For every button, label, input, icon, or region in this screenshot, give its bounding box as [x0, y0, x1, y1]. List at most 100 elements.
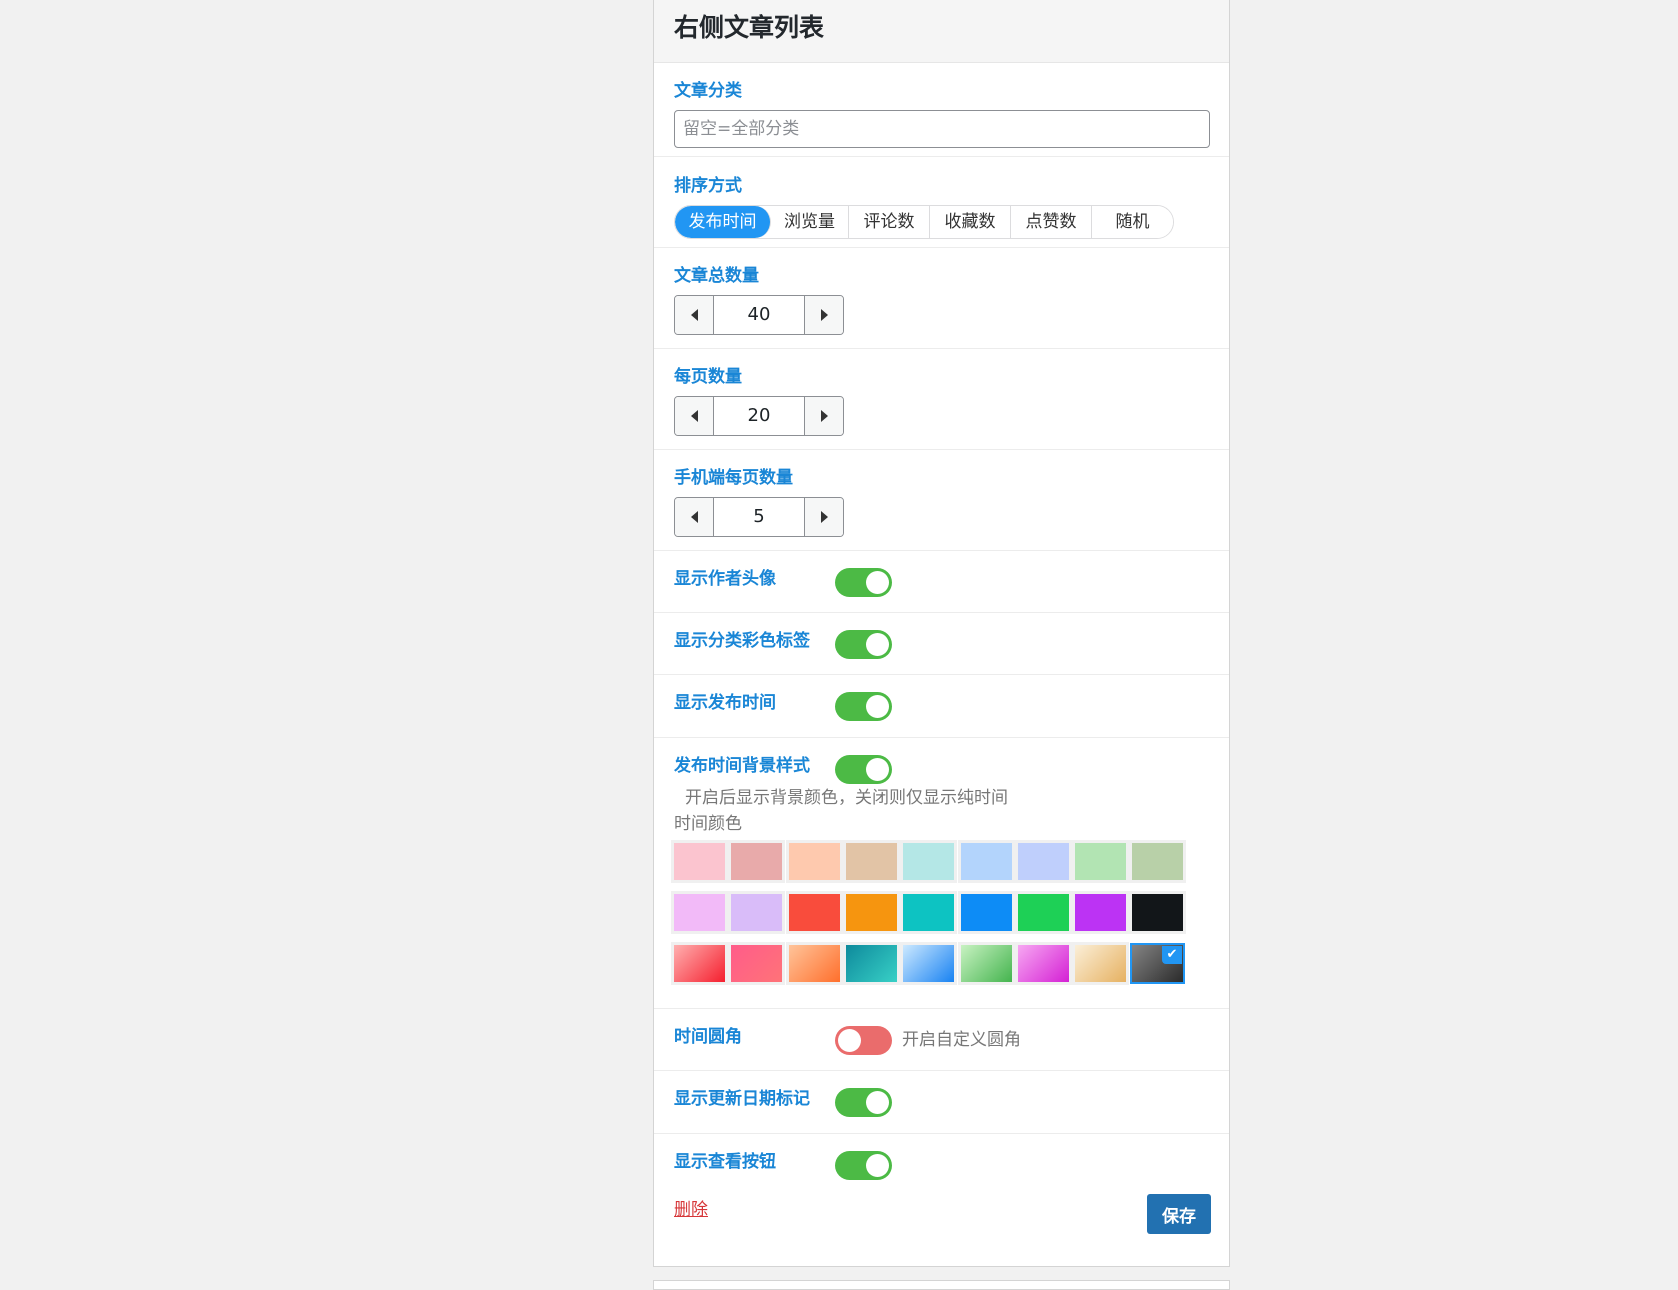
- color-swatch[interactable]: [961, 843, 1012, 880]
- per-page-stepper: 20: [674, 396, 844, 436]
- color-swatch[interactable]: [903, 945, 954, 982]
- caret-left-icon: [690, 511, 698, 523]
- delete-link[interactable]: 删除: [674, 1195, 708, 1220]
- sort-option-favorites[interactable]: 收藏数: [930, 206, 1011, 238]
- show-avatar-toggle[interactable]: [835, 568, 892, 597]
- increment-button[interactable]: [804, 498, 843, 536]
- mobile-per-page-label: 手机端每页数量: [674, 468, 793, 488]
- sort-row: 排序方式 发布时间 浏览量 评论数 收藏数 点赞数 随机: [654, 157, 1229, 248]
- toggle-knob: [866, 633, 889, 656]
- category-row: 文章分类: [654, 63, 1229, 157]
- time-radius-toggle[interactable]: [835, 1026, 892, 1055]
- show-time-row: 显示发布时间: [654, 675, 1229, 738]
- show-time-label: 显示发布时间: [674, 693, 776, 713]
- show-time-toggle[interactable]: [835, 692, 892, 721]
- mobile-per-page-value[interactable]: 5: [714, 498, 804, 536]
- check-icon: ✔: [1162, 946, 1182, 964]
- save-button[interactable]: 保存: [1147, 1194, 1211, 1234]
- color-swatch[interactable]: [1132, 843, 1183, 880]
- category-input[interactable]: [674, 110, 1210, 148]
- time-bg-style-toggle[interactable]: [835, 755, 892, 784]
- mobile-per-page-row: 手机端每页数量 5: [654, 450, 1229, 551]
- time-radius-row: 时间圆角 开启自定义圆角: [654, 1009, 1229, 1071]
- color-swatch[interactable]: [1018, 945, 1069, 982]
- show-category-tag-row: 显示分类彩色标签: [654, 613, 1229, 675]
- show-avatar-row: 显示作者头像: [654, 551, 1229, 613]
- sort-option-comments[interactable]: 评论数: [849, 206, 930, 238]
- color-swatch[interactable]: [731, 843, 782, 880]
- widget-panel: 右侧文章列表 文章分类 排序方式 发布时间 浏览量 评论数 收藏数 点赞数 随机…: [653, 0, 1230, 1267]
- toggle-knob: [866, 758, 889, 781]
- time-color-label: 时间颜色: [674, 814, 742, 834]
- time-bg-style-description: 开启后显示背景颜色，关闭则仅显示纯时间: [685, 788, 1008, 808]
- decrement-button[interactable]: [675, 498, 714, 536]
- per-page-row: 每页数量 20: [654, 349, 1229, 450]
- color-swatch[interactable]: [846, 945, 897, 982]
- color-swatch[interactable]: [674, 894, 725, 931]
- show-update-mark-row: 显示更新日期标记: [654, 1071, 1229, 1134]
- increment-button[interactable]: [804, 296, 843, 334]
- caret-right-icon: [820, 511, 828, 523]
- time-color-palette: ✔: [674, 843, 1194, 993]
- show-category-tag-toggle[interactable]: [835, 630, 892, 659]
- color-swatch[interactable]: ✔: [1132, 945, 1183, 982]
- time-bg-style-row: 发布时间背景样式 开启后显示背景颜色，关闭则仅显示纯时间 时间颜色 ✔: [654, 738, 1229, 1009]
- color-swatch[interactable]: [1075, 843, 1126, 880]
- panel-title: 右侧文章列表: [674, 13, 825, 42]
- show-update-mark-label: 显示更新日期标记: [674, 1089, 810, 1109]
- sort-option-random[interactable]: 随机: [1092, 206, 1173, 238]
- total-count-value[interactable]: 40: [714, 296, 804, 334]
- color-swatch[interactable]: [961, 945, 1012, 982]
- total-count-row: 文章总数量 40: [654, 248, 1229, 349]
- per-page-value[interactable]: 20: [714, 397, 804, 435]
- category-label: 文章分类: [674, 81, 742, 101]
- total-count-stepper: 40: [674, 295, 844, 335]
- show-view-button-toggle[interactable]: [835, 1151, 892, 1180]
- color-swatch[interactable]: [1132, 894, 1183, 931]
- toggle-knob: [866, 1154, 889, 1177]
- show-view-button-row: 显示查看按钮 删除 保存: [654, 1134, 1229, 1254]
- sort-option-views[interactable]: 浏览量: [771, 206, 849, 238]
- increment-button[interactable]: [804, 397, 843, 435]
- caret-right-icon: [820, 309, 828, 321]
- color-swatch[interactable]: [1075, 894, 1126, 931]
- color-swatch[interactable]: [1018, 843, 1069, 880]
- sort-option-likes[interactable]: 点赞数: [1011, 206, 1092, 238]
- caret-left-icon: [690, 410, 698, 422]
- color-swatch[interactable]: [903, 894, 954, 931]
- toggle-knob: [866, 695, 889, 718]
- time-radius-hint: 开启自定义圆角: [902, 1030, 1021, 1050]
- sort-label: 排序方式: [674, 176, 742, 196]
- caret-right-icon: [820, 410, 828, 422]
- panel-header: 右侧文章列表: [654, 0, 1229, 63]
- toggle-knob: [866, 571, 889, 594]
- per-page-label: 每页数量: [674, 367, 742, 387]
- toggle-knob: [866, 1091, 889, 1114]
- color-swatch[interactable]: [846, 894, 897, 931]
- color-swatch[interactable]: [674, 945, 725, 982]
- show-view-button-label: 显示查看按钮: [674, 1152, 776, 1172]
- decrement-button[interactable]: [675, 296, 714, 334]
- color-swatch[interactable]: [731, 945, 782, 982]
- color-swatch[interactable]: [903, 843, 954, 880]
- sort-segmented-control: 发布时间 浏览量 评论数 收藏数 点赞数 随机: [674, 205, 1174, 239]
- next-panel-edge: [653, 1280, 1230, 1290]
- color-swatch[interactable]: [789, 843, 840, 880]
- color-swatch[interactable]: [846, 843, 897, 880]
- color-swatch[interactable]: [961, 894, 1012, 931]
- color-swatch[interactable]: [789, 945, 840, 982]
- show-update-mark-toggle[interactable]: [835, 1088, 892, 1117]
- show-category-tag-label: 显示分类彩色标签: [674, 631, 810, 651]
- time-bg-style-label: 发布时间背景样式: [674, 756, 810, 776]
- color-swatch[interactable]: [1018, 894, 1069, 931]
- sort-option-publish-time[interactable]: 发布时间: [675, 206, 771, 238]
- toggle-knob: [838, 1029, 861, 1052]
- mobile-per-page-stepper: 5: [674, 497, 844, 537]
- total-count-label: 文章总数量: [674, 266, 759, 286]
- decrement-button[interactable]: [675, 397, 714, 435]
- color-swatch[interactable]: [674, 843, 725, 880]
- color-swatch[interactable]: [789, 894, 840, 931]
- color-swatch[interactable]: [731, 894, 782, 931]
- color-swatch[interactable]: [1075, 945, 1126, 982]
- show-avatar-label: 显示作者头像: [674, 569, 776, 589]
